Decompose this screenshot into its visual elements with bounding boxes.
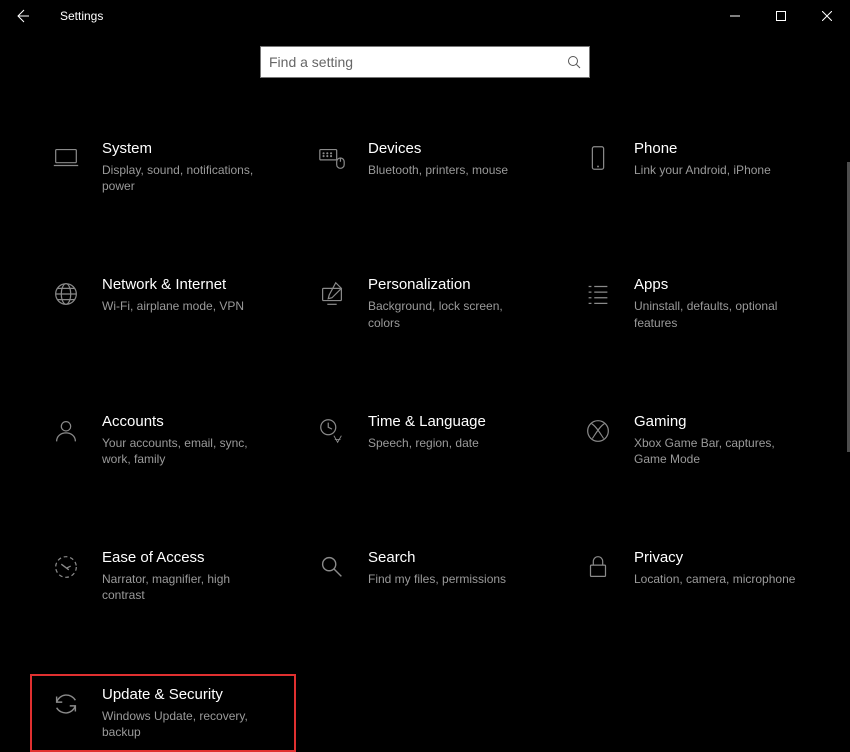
tile-title: Gaming bbox=[634, 413, 800, 431]
search-icon bbox=[567, 55, 581, 69]
tile-description: Display, sound, notifications, power bbox=[102, 162, 268, 194]
window-title: Settings bbox=[60, 9, 103, 23]
laptop-icon bbox=[50, 142, 82, 174]
tile-title: Accounts bbox=[102, 413, 268, 431]
tile-text: Update & Security Windows Update, recover… bbox=[102, 686, 276, 740]
tile-description: Your accounts, email, sync, work, family bbox=[102, 435, 268, 467]
tile-text: Apps Uninstall, defaults, optional featur… bbox=[634, 276, 808, 330]
tile-title: Privacy bbox=[634, 549, 800, 567]
tile-description: Uninstall, defaults, optional features bbox=[634, 298, 800, 330]
tile-accounts[interactable]: Accounts Your accounts, email, sync, work… bbox=[30, 401, 296, 479]
sync-icon bbox=[50, 688, 82, 720]
maximize-button[interactable] bbox=[758, 0, 804, 32]
ease-of-access-icon bbox=[50, 551, 82, 583]
tile-description: Location, camera, microphone bbox=[634, 571, 800, 587]
tile-privacy[interactable]: Privacy Location, camera, microphone bbox=[562, 537, 828, 615]
tile-text: Personalization Background, lock screen, … bbox=[368, 276, 542, 330]
time-language-icon bbox=[316, 415, 348, 447]
tile-text: Network & Internet Wi-Fi, airplane mode, … bbox=[102, 276, 276, 314]
gaming-icon bbox=[582, 415, 614, 447]
search-input[interactable] bbox=[269, 54, 567, 70]
tile-network-internet[interactable]: Network & Internet Wi-Fi, airplane mode, … bbox=[30, 264, 296, 342]
tile-description: Find my files, permissions bbox=[368, 571, 534, 587]
close-button[interactable] bbox=[804, 0, 850, 32]
close-icon bbox=[822, 11, 832, 21]
tile-text: System Display, sound, notifications, pow… bbox=[102, 140, 276, 194]
arrow-left-icon bbox=[14, 8, 30, 24]
tile-description: Narrator, magnifier, high contrast bbox=[102, 571, 268, 603]
tile-text: Ease of Access Narrator, magnifier, high … bbox=[102, 549, 276, 603]
tile-personalization[interactable]: Personalization Background, lock screen, … bbox=[296, 264, 562, 342]
tile-text: Search Find my files, permissions bbox=[368, 549, 542, 587]
tile-text: Accounts Your accounts, email, sync, work… bbox=[102, 413, 276, 467]
tile-description: Speech, region, date bbox=[368, 435, 534, 451]
titlebar: Settings bbox=[0, 0, 850, 32]
tile-title: Update & Security bbox=[102, 686, 268, 704]
tile-title: Time & Language bbox=[368, 413, 534, 431]
lock-icon bbox=[582, 551, 614, 583]
devices-icon bbox=[316, 142, 348, 174]
tile-phone[interactable]: Phone Link your Android, iPhone bbox=[562, 128, 828, 206]
tile-title: Network & Internet bbox=[102, 276, 268, 294]
titlebar-left: Settings bbox=[6, 0, 103, 32]
tile-devices[interactable]: Devices Bluetooth, printers, mouse bbox=[296, 128, 562, 206]
tile-description: Wi-Fi, airplane mode, VPN bbox=[102, 298, 268, 314]
tile-time-language[interactable]: Time & Language Speech, region, date bbox=[296, 401, 562, 479]
tile-text: Phone Link your Android, iPhone bbox=[634, 140, 808, 178]
minimize-button[interactable] bbox=[712, 0, 758, 32]
tile-text: Devices Bluetooth, printers, mouse bbox=[368, 140, 542, 178]
tile-text: Time & Language Speech, region, date bbox=[368, 413, 542, 451]
phone-icon bbox=[582, 142, 614, 174]
tile-title: Apps bbox=[634, 276, 800, 294]
tile-title: Personalization bbox=[368, 276, 534, 294]
tile-apps[interactable]: Apps Uninstall, defaults, optional featur… bbox=[562, 264, 828, 342]
maximize-icon bbox=[776, 11, 786, 21]
tile-title: Phone bbox=[634, 140, 800, 158]
scrollbar[interactable] bbox=[846, 32, 850, 648]
tile-title: Devices bbox=[368, 140, 534, 158]
search-magnifier-icon bbox=[316, 551, 348, 583]
tile-update-security[interactable]: Update & Security Windows Update, recover… bbox=[30, 674, 296, 752]
tile-description: Bluetooth, printers, mouse bbox=[368, 162, 534, 178]
settings-grid: System Display, sound, notifications, pow… bbox=[30, 128, 840, 752]
search-container bbox=[0, 46, 850, 78]
minimize-icon bbox=[730, 11, 740, 21]
tile-gaming[interactable]: Gaming Xbox Game Bar, captures, Game Mode bbox=[562, 401, 828, 479]
tile-system[interactable]: System Display, sound, notifications, pow… bbox=[30, 128, 296, 206]
tile-title: System bbox=[102, 140, 268, 158]
back-button[interactable] bbox=[6, 0, 38, 32]
tile-description: Background, lock screen, colors bbox=[368, 298, 534, 330]
tile-description: Windows Update, recovery, backup bbox=[102, 708, 268, 740]
tile-title: Search bbox=[368, 549, 534, 567]
person-icon bbox=[50, 415, 82, 447]
search-box[interactable] bbox=[260, 46, 590, 78]
tile-description: Link your Android, iPhone bbox=[634, 162, 800, 178]
tile-title: Ease of Access bbox=[102, 549, 268, 567]
apps-list-icon bbox=[582, 278, 614, 310]
tile-search[interactable]: Search Find my files, permissions bbox=[296, 537, 562, 615]
globe-icon bbox=[50, 278, 82, 310]
tile-description: Xbox Game Bar, captures, Game Mode bbox=[634, 435, 800, 467]
tile-ease-of-access[interactable]: Ease of Access Narrator, magnifier, high … bbox=[30, 537, 296, 615]
personalization-icon bbox=[316, 278, 348, 310]
tile-text: Gaming Xbox Game Bar, captures, Game Mode bbox=[634, 413, 808, 467]
tile-text: Privacy Location, camera, microphone bbox=[634, 549, 808, 587]
window-controls bbox=[712, 0, 850, 32]
